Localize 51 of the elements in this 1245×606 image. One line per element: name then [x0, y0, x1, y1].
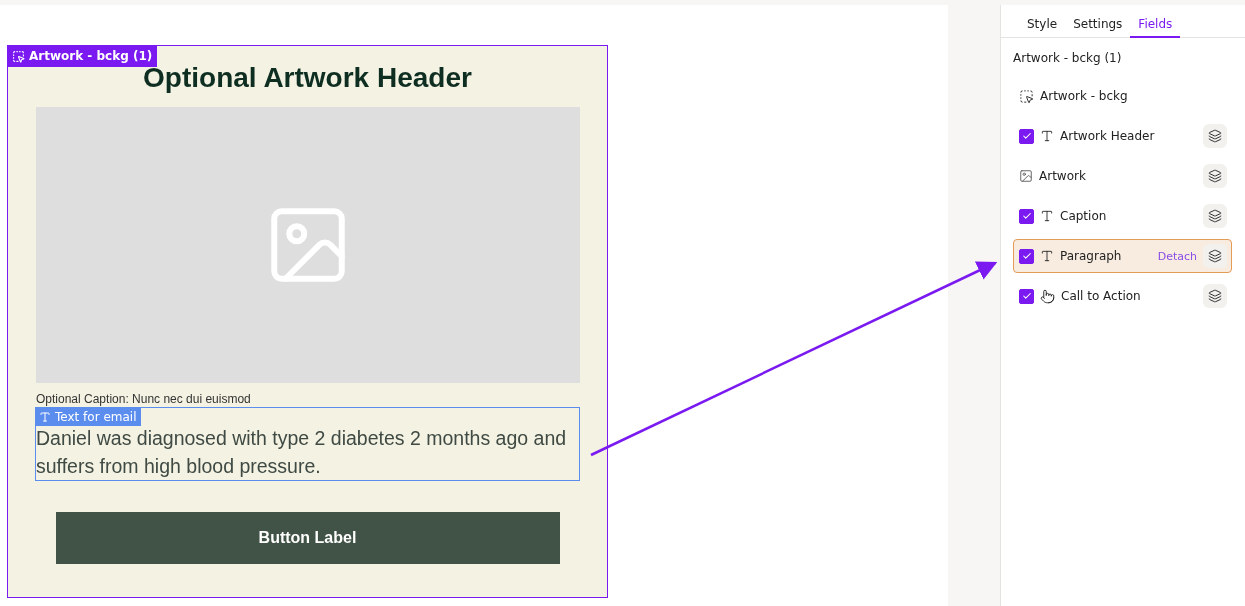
- check-icon: [1021, 251, 1032, 261]
- badge-label: Artwork - bckg (1): [29, 49, 153, 63]
- layers-button[interactable]: [1203, 284, 1227, 308]
- text-icon: [39, 410, 51, 423]
- hand-pointer-icon: [1040, 288, 1055, 304]
- layers-icon: [1208, 289, 1222, 303]
- field-checkbox[interactable]: [1019, 208, 1034, 224]
- check-icon: [1021, 131, 1032, 141]
- field-row[interactable]: Caption: [1013, 199, 1232, 233]
- field-label: Artwork - bckg: [1040, 89, 1129, 103]
- detach-link[interactable]: Detach: [1157, 249, 1197, 263]
- cta-button[interactable]: Button Label: [55, 512, 560, 564]
- panel-title: Artwork - bckg (1): [1013, 51, 1123, 65]
- field-label: Artwork: [1039, 169, 1087, 183]
- field-row[interactable]: Artwork: [1013, 159, 1232, 193]
- layers-button[interactable]: [1203, 164, 1227, 188]
- layers-button[interactable]: [1203, 244, 1227, 268]
- layers-button[interactable]: [1203, 124, 1227, 148]
- layers-button[interactable]: [1203, 204, 1227, 228]
- text-icon: [1040, 209, 1054, 223]
- panel-tab[interactable]: Style: [1019, 5, 1066, 38]
- text-icon: [1040, 249, 1054, 263]
- field-row[interactable]: Artwork Header: [1013, 119, 1232, 153]
- field-row[interactable]: Call to Action: [1013, 279, 1232, 313]
- layers-icon: [1208, 209, 1222, 223]
- text-selection-box[interactable]: Text for email Daniel was diagnosed with type 2 diabetes 2 months ago and suffers from high blood pressure.: [35, 407, 580, 481]
- layers-icon: [1208, 249, 1222, 263]
- badge-label: Text for email: [55, 409, 137, 424]
- frame-select-icon: [1019, 88, 1034, 104]
- layers-icon: [1208, 169, 1222, 183]
- field-row[interactable]: Artwork - bckg: [1013, 79, 1232, 113]
- artwork-frame[interactable]: [7, 45, 608, 598]
- image-icon: [1019, 169, 1033, 183]
- field-row[interactable]: Paragraph Detach: [1013, 239, 1232, 273]
- field-checkbox[interactable]: [1019, 128, 1034, 144]
- field-label: Artwork Header: [1060, 129, 1156, 143]
- field-checkbox[interactable]: [1019, 288, 1034, 304]
- text-icon: [1040, 129, 1054, 143]
- frame-select-icon: [12, 49, 25, 63]
- field-checkbox[interactable]: [1019, 248, 1034, 264]
- paragraph-text: Daniel was diagnosed with type 2 diabetes 2 months ago and suffers from high blood pressure.: [36, 426, 568, 479]
- field-label: Call to Action: [1061, 289, 1142, 303]
- field-label: Caption: [1060, 209, 1108, 223]
- field-label: Paragraph: [1060, 249, 1123, 263]
- caption-text: Optional Caption: Nunc nec dui euismod: [36, 392, 252, 406]
- panel-tab[interactable]: Settings: [1065, 5, 1131, 38]
- check-icon: [1021, 291, 1032, 301]
- layers-icon: [1208, 129, 1222, 143]
- panel-tab[interactable]: Fields: [1130, 5, 1181, 38]
- artwork-header: Optional Artwork Header: [143, 62, 472, 94]
- check-icon: [1021, 211, 1032, 221]
